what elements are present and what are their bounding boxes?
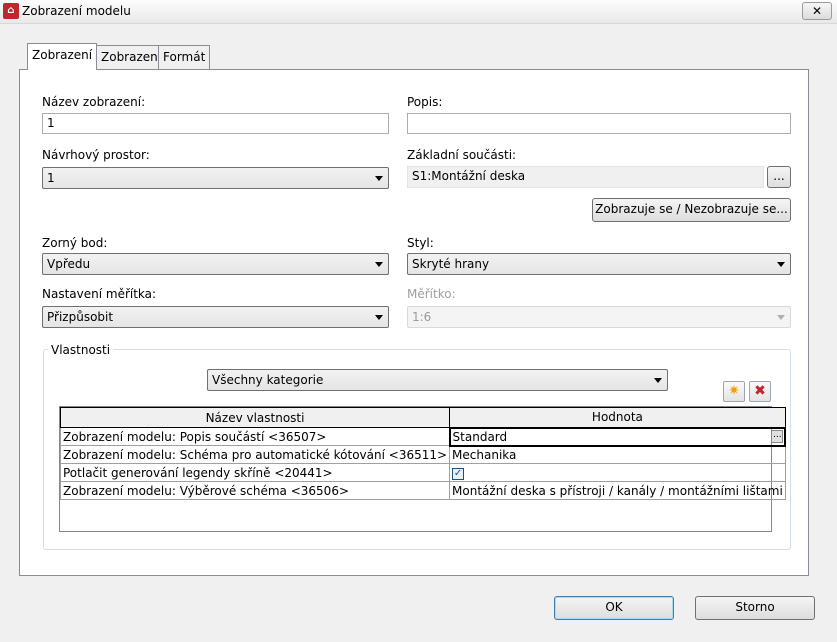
description-label: Popis: [407,95,443,109]
property-name[interactable]: Zobrazení modelu: Popis součástí <36507> [59,427,451,446]
category-filter-value: Všechny kategorie [212,373,324,387]
scale-setting-value: Přizpůsobit [47,310,114,324]
table-row[interactable]: Zobrazení modelu: Výběrové schéma <36506… [59,481,786,500]
properties-table: Název vlastnosti Hodnota Zobrazení model… [59,407,787,500]
property-value-editor[interactable]: Standard ... [448,426,787,447]
base-parts-label: Základní součásti: [407,148,517,162]
chevron-down-icon [375,262,383,267]
category-filter-dropdown[interactable]: Všechny kategorie [207,369,668,391]
scale-label: Měřítko: [407,287,456,301]
design-space-value: 1 [47,171,55,185]
column-header-name[interactable]: Název vlastnosti [59,407,451,428]
table-row[interactable]: Zobrazení modelu: Schéma pro automatické… [59,445,786,464]
properties-grid: Název vlastnosti Hodnota Zobrazení model… [59,406,787,532]
scale-setting-label: Nastavení měřítka: [42,287,157,301]
style-dropdown[interactable]: Skryté hrany [407,253,791,275]
property-value: Standard [452,429,508,444]
property-name[interactable]: Zobrazení modelu: Schéma pro automatické… [59,445,451,464]
scale-dropdown: 1:6 [407,306,791,328]
scale-setting-dropdown[interactable]: Přizpůsobit [42,306,389,328]
design-space-label: Návrhový prostor: [42,148,150,162]
view-name-label: Název zobrazení: [42,95,146,109]
base-parts-browse-button[interactable]: ... [767,166,791,188]
property-value[interactable]: Mechanika [449,445,786,464]
chevron-down-icon [777,315,785,320]
property-name[interactable]: Potlačit generování legendy skříně <2044… [59,463,451,482]
delete-x-icon: ✖ [754,383,766,399]
chevron-down-icon [777,262,785,267]
table-row[interactable]: Zobrazení modelu: Popis součástí <36507>… [59,426,787,447]
property-value[interactable]: Montážní deska s přístroji / kanály / mo… [449,481,786,500]
delete-property-button[interactable]: ✖ [749,381,771,402]
show-hide-button[interactable]: Zobrazuje se / Nezobrazuje se... [592,198,791,222]
design-space-dropdown[interactable]: 1 [42,167,389,189]
star-add-icon: ✷ [728,383,740,399]
properties-group-title: Vlastnosti [48,343,114,357]
scale-value: 1:6 [412,310,432,324]
description-field[interactable] [407,113,791,134]
property-name[interactable]: Zobrazení modelu: Výběrové schéma <36506… [59,481,451,500]
viewpoint-value: Vpředu [47,257,91,271]
add-property-button[interactable]: ✷ [723,381,745,402]
chevron-down-icon [654,378,662,383]
table-row[interactable]: Potlačit generování legendy skříně <2044… [59,463,786,482]
property-browse-button[interactable]: ... [771,429,784,443]
chevron-down-icon [375,176,383,181]
viewpoint-dropdown[interactable]: Vpředu [42,253,389,275]
chevron-down-icon [375,315,383,320]
table-header-row: Název vlastnosti Hodnota [59,407,786,428]
column-header-value[interactable]: Hodnota [449,407,786,428]
property-value-checkbox-cell[interactable]: ✓ [449,463,786,482]
base-parts-field: S1:Montážní deska [407,166,764,188]
viewpoint-label: Zorný bod: [42,236,108,250]
style-value: Skryté hrany [412,257,490,271]
style-label: Styl: [407,236,434,250]
suppress-legend-checkbox[interactable]: ✓ [452,468,465,480]
view-name-field[interactable]: 1 [42,113,389,134]
